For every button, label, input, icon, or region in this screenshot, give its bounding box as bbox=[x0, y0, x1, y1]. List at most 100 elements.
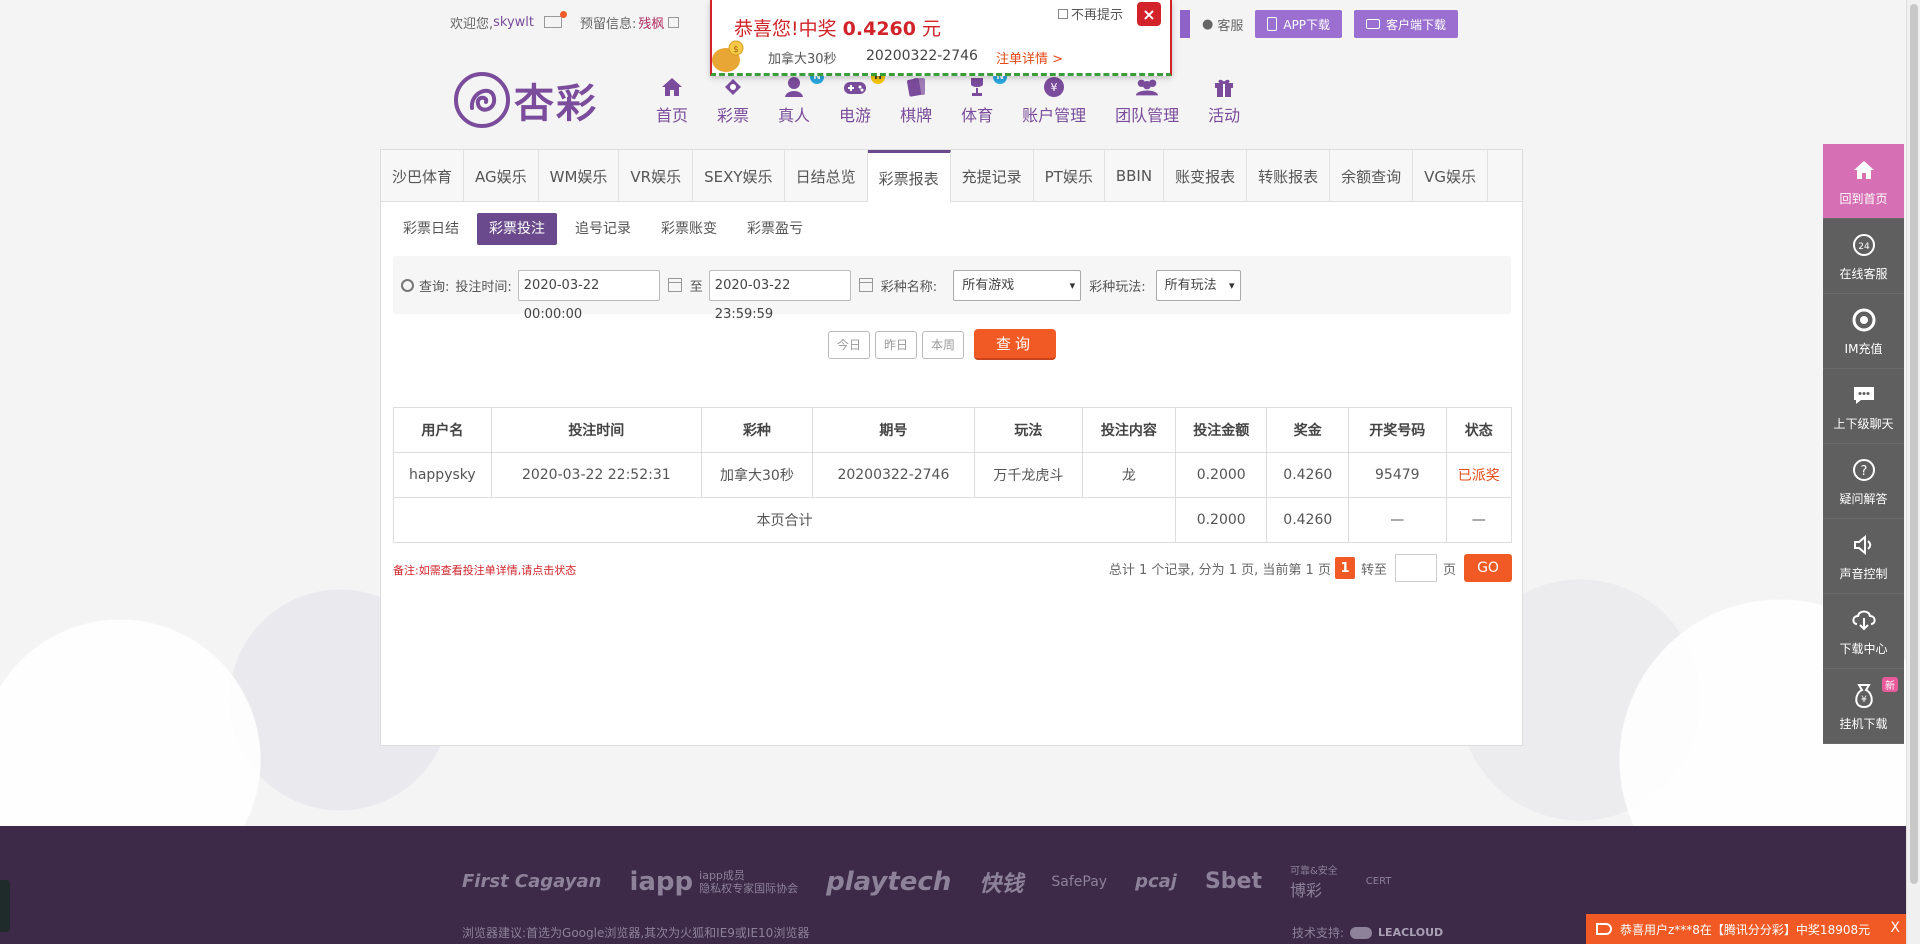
goto-page-input[interactable] bbox=[1394, 554, 1437, 582]
tab-13[interactable]: VG娱乐 bbox=[1413, 150, 1488, 202]
popup-detail-link[interactable]: 注单详情 > bbox=[996, 48, 1063, 67]
nav-label: 团队管理 bbox=[1115, 106, 1180, 125]
tab-7[interactable]: 充提记录 bbox=[951, 150, 1034, 202]
current-page[interactable]: 1 bbox=[1334, 557, 1355, 579]
sidebar-item-7[interactable]: ¥ 挂机下载 新 bbox=[1823, 669, 1904, 744]
tab-10[interactable]: 账变报表 bbox=[1164, 150, 1248, 202]
tab-12[interactable]: 余额查询 bbox=[1330, 150, 1414, 202]
popup-close-button[interactable]: × bbox=[1137, 2, 1161, 26]
service-link[interactable]: ● 客服 bbox=[1202, 15, 1243, 34]
tech-support: 技术支持: LEACLOUD bbox=[1292, 924, 1443, 941]
nav-item-2[interactable]: 真人 N bbox=[778, 70, 825, 126]
tab-6[interactable]: 彩票报表 bbox=[867, 150, 951, 203]
client-download-button[interactable]: 客户端下载 bbox=[1354, 10, 1459, 38]
tab-11[interactable]: 转账报表 bbox=[1247, 150, 1331, 202]
tab-3[interactable]: VR娱乐 bbox=[619, 150, 694, 202]
nav-item-1[interactable]: 彩票 bbox=[717, 74, 749, 126]
time-label: 投注时间: bbox=[455, 279, 512, 295]
bet-table: 用户名 投注时间 彩种 期号 玩法 投注内容 投注金额 奖金 开奖号码 状态 happysky 20… bbox=[393, 407, 1512, 543]
game-label: 彩种名称: bbox=[880, 279, 938, 295]
total-cell: — bbox=[1445, 497, 1512, 543]
tab-5[interactable]: 日结总览 bbox=[785, 150, 868, 202]
pager-summary: 总计 1 个记录, 分为 1 页, 当前第 1 页 bbox=[1108, 562, 1331, 578]
subtab-1[interactable]: 彩票投注 bbox=[477, 213, 557, 245]
column-header: 状态 bbox=[1445, 407, 1512, 453]
nav-item-8[interactable]: 活动 bbox=[1208, 74, 1240, 126]
nav-item-6[interactable]: ¥ 账户管理 bbox=[1022, 74, 1086, 126]
tab-0[interactable]: 沙巴体育 bbox=[381, 150, 465, 202]
status-link[interactable]: 已派奖 bbox=[1445, 452, 1512, 498]
nav-label: 体育 bbox=[961, 106, 994, 125]
subtab-3[interactable]: 彩票账变 bbox=[649, 213, 729, 245]
support-24-icon: 24 bbox=[1850, 231, 1878, 259]
nav-item-4[interactable]: 棋牌 bbox=[900, 74, 932, 126]
ticker-close-button[interactable]: X bbox=[1890, 920, 1900, 936]
sidebar-label: 声音控制 bbox=[1839, 566, 1888, 581]
game-select[interactable]: 所有游戏 bbox=[953, 269, 1082, 301]
hidden-button-edge[interactable] bbox=[1180, 10, 1190, 38]
tab-4[interactable]: SEXY娱乐 bbox=[693, 150, 785, 202]
search-button[interactable]: 查询 bbox=[974, 329, 1057, 360]
sidebar-item-4[interactable]: ? 疑问解答 bbox=[1823, 444, 1904, 519]
play-select[interactable]: 所有玩法 bbox=[1155, 269, 1241, 301]
end-time-input[interactable]: 2020-03-22 23:59:59 bbox=[708, 269, 851, 322]
sidebar-item-1[interactable]: 24 在线客服 bbox=[1823, 219, 1904, 294]
mail-icon[interactable] bbox=[544, 11, 568, 28]
popup-issue: 20200322-2746 bbox=[866, 48, 978, 64]
column-header: 投注金额 bbox=[1174, 407, 1268, 453]
partner-iapp-desc: 隐私权专家国际协会 bbox=[699, 881, 799, 895]
go-button[interactable]: GO bbox=[1464, 554, 1512, 582]
tab-1[interactable]: AG娱乐 bbox=[464, 150, 539, 202]
browser-advice: 浏览器建议:首选为Google浏览器,其次为火狐和IE9或IE10浏览器 bbox=[462, 926, 810, 940]
username[interactable]: skywlt bbox=[493, 15, 534, 30]
tab-8[interactable]: PT娱乐 bbox=[1034, 150, 1105, 202]
sidebar-item-6[interactable]: 下载中心 bbox=[1823, 594, 1904, 669]
start-time-input[interactable]: 2020-03-22 00:00:00 bbox=[517, 269, 660, 322]
sidebar-label: 疑问解答 bbox=[1839, 491, 1888, 506]
nav-item-0[interactable]: 首页 bbox=[656, 74, 688, 126]
table-cell: 20200322-2746 bbox=[811, 452, 975, 498]
scrollbar-thumb[interactable] bbox=[1910, 4, 1918, 884]
yesterday-button[interactable]: 昨日 bbox=[875, 330, 918, 359]
app-download-button[interactable]: APP下载 bbox=[1255, 10, 1343, 38]
subtab-4[interactable]: 彩票盈亏 bbox=[735, 213, 815, 245]
subtab-2[interactable]: 追号记录 bbox=[563, 213, 643, 245]
svg-text:24: 24 bbox=[1858, 242, 1870, 252]
page-label: 页 bbox=[1442, 562, 1456, 578]
checkbox-icon[interactable] bbox=[1058, 8, 1068, 19]
calendar-icon[interactable] bbox=[858, 278, 873, 292]
win-ticker[interactable]: 恭喜用户z***8在【腾讯分分彩】中奖18908元 X bbox=[1586, 914, 1906, 944]
edit-icon[interactable] bbox=[668, 16, 680, 28]
table-cell: happysky bbox=[393, 452, 492, 498]
today-button[interactable]: 今日 bbox=[828, 330, 871, 359]
nav-item-3[interactable]: 电游 H bbox=[839, 70, 886, 126]
nav-label: 活动 bbox=[1208, 106, 1241, 125]
sidebar-item-0[interactable]: 回到首页 bbox=[1823, 144, 1904, 219]
left-edge-widget[interactable] bbox=[0, 880, 10, 932]
this-week-button[interactable]: 本周 bbox=[922, 330, 965, 359]
page-scrollbar[interactable] bbox=[1906, 0, 1920, 944]
table-total-row: 本页合计 0.2000 0.4260— — bbox=[393, 497, 1512, 543]
popup-unit: 元 bbox=[922, 18, 942, 40]
table-cell: 0.2000 bbox=[1174, 452, 1268, 498]
sidebar-item-3[interactable]: 上下级聊天 bbox=[1823, 369, 1904, 444]
total-cell: 本页合计 bbox=[393, 497, 1176, 543]
tab-9[interactable]: BBIN bbox=[1105, 150, 1165, 202]
logo-emblem-icon bbox=[454, 72, 510, 128]
home-icon bbox=[1850, 156, 1878, 184]
popup-title: 恭喜您!中奖 0.4260 元 bbox=[734, 14, 941, 41]
site-logo[interactable]: 杏彩 bbox=[452, 68, 604, 132]
partner-pcaj: pcaj bbox=[1135, 871, 1177, 892]
app-download-label: APP下载 bbox=[1283, 17, 1331, 32]
subtab-0[interactable]: 彩票日结 bbox=[391, 213, 471, 245]
nav-item-7[interactable]: 团队管理 bbox=[1115, 74, 1179, 126]
nav-item-5[interactable]: 体育 N bbox=[961, 70, 1008, 126]
tab-2[interactable]: WM娱乐 bbox=[539, 150, 620, 202]
popup-game: 加拿大30秒 bbox=[768, 52, 837, 67]
sidebar-item-5[interactable]: 声音控制 bbox=[1823, 519, 1904, 594]
popup-no-show-checkbox[interactable]: 不再提示 bbox=[1058, 4, 1123, 23]
column-header: 投注内容 bbox=[1081, 407, 1176, 453]
sidebar-item-2[interactable]: IM充值 bbox=[1823, 294, 1904, 369]
calendar-icon[interactable] bbox=[667, 278, 682, 292]
popup-title-prefix: 恭喜您!中奖 bbox=[734, 18, 837, 40]
